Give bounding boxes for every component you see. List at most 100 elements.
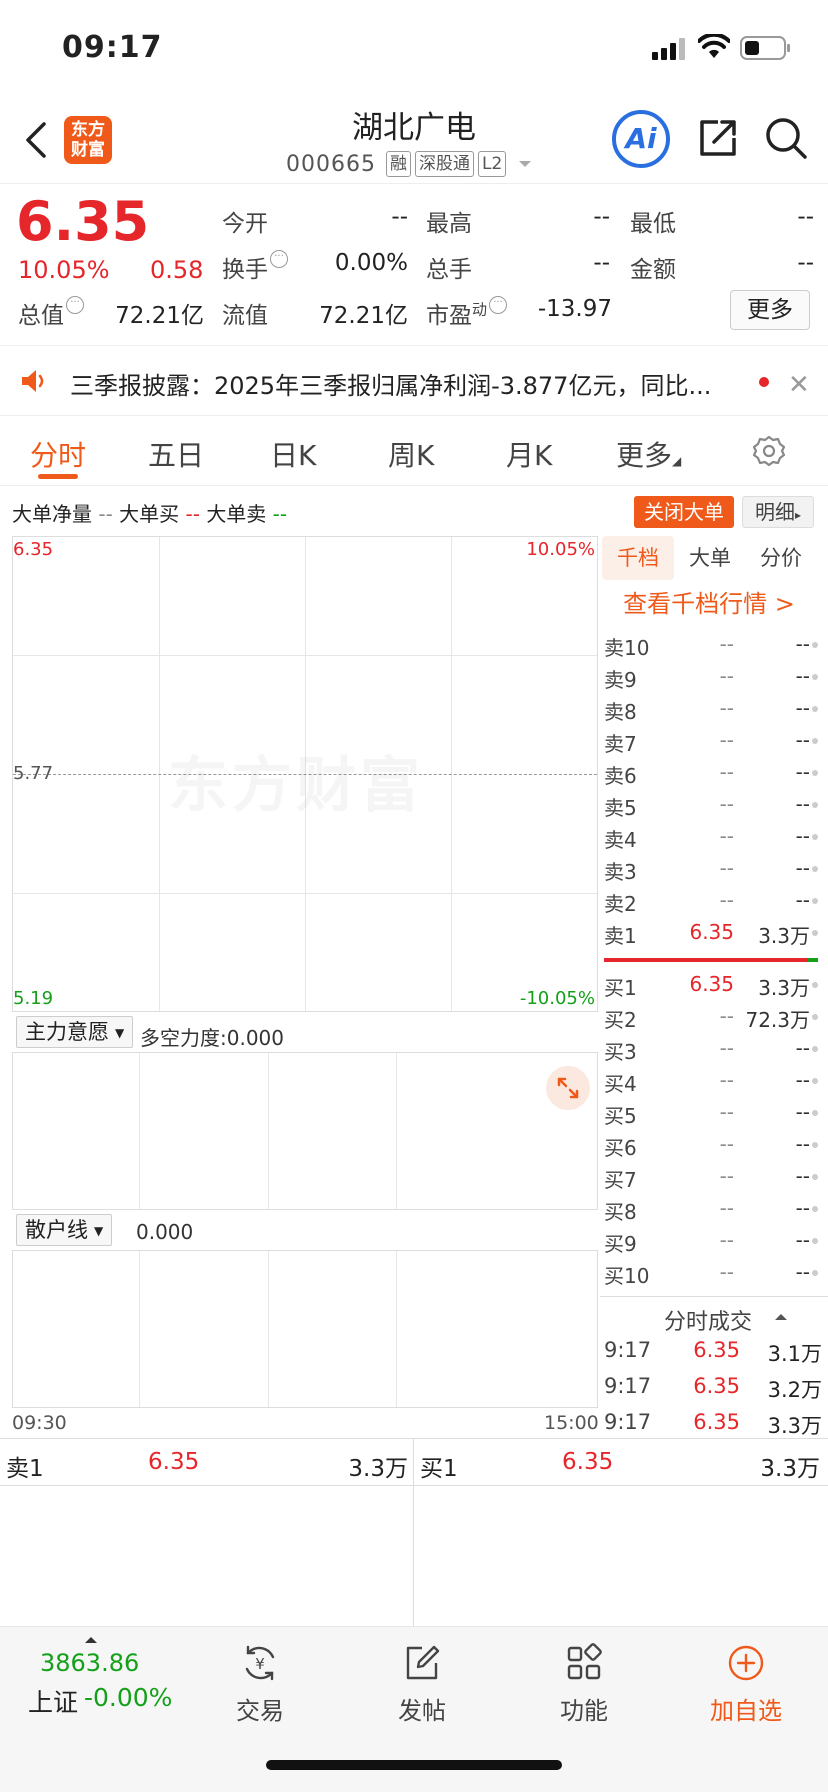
home-indicator[interactable] [266,1760,562,1770]
ticks-title[interactable]: 分时成交 [664,1304,752,1336]
level-volume: -- [795,1164,810,1188]
info-dots-icon[interactable]: ··· [270,250,288,268]
tab-depth[interactable]: 千档 [602,536,674,580]
level-price: -- [719,1132,734,1156]
info-dots-icon[interactable]: ··· [66,296,84,314]
pe-label[interactable]: 市盈动 ··· [426,296,508,330]
stock-code-row[interactable]: 000665 融 深股通 L2 [286,150,532,178]
tick-price: 6.35 [693,1374,740,1398]
gear-icon[interactable] [752,434,786,468]
ai-assistant-icon[interactable]: Ai [612,110,670,168]
ask-row: 卖9 -- -- [604,660,818,692]
level-price: -- [719,856,734,880]
watchlist-label: 加自选 [710,1697,782,1725]
more-button[interactable]: 更多 [730,290,810,330]
bid-row: 买7 -- -- [604,1160,818,1192]
level-dot-icon [812,1174,818,1180]
gridline [268,1053,269,1209]
expand-icon[interactable] [546,1066,590,1110]
level-volume: -- [795,888,810,912]
high-value: -- [593,204,610,230]
level-price: -- [719,696,734,720]
index-value[interactable]: 3863.86 [40,1649,139,1677]
tab-weekly-k[interactable]: 周K [388,434,434,474]
add-to-watchlist-button[interactable]: 加自选 [686,1643,806,1726]
sub-indicator-1-chart[interactable] [12,1052,598,1210]
buy-sell-ratio-bar [604,958,818,962]
functions-label: 功能 [560,1697,608,1725]
depth-quote-link[interactable]: 查看千档行情 > [602,584,816,619]
level-volume: -- [795,664,810,688]
level-price: -- [719,1100,734,1124]
caret-up-icon[interactable] [774,1312,788,1322]
bid1-price: 6.35 [562,1449,614,1475]
bid1-label: 买1 [420,1456,458,1482]
level-label: 买3 [604,1040,637,1064]
chevron-down-icon[interactable] [518,159,532,169]
ask1-label: 卖1 [6,1456,44,1482]
tab-five-day[interactable]: 五日 [148,434,204,474]
level-price: -- [719,728,734,752]
tick-time: 9:17 [604,1410,652,1434]
notice-text[interactable]: 三季报披露：2025年三季报归属净利润-3.877亿元，同比... [70,366,740,401]
margin-tag: 融 [385,151,411,177]
ask-row: 卖4 -- -- [604,820,818,852]
turnover-value: 0.00% [334,250,408,276]
search-icon[interactable] [764,116,808,160]
tab-more[interactable]: 更多◢ [616,434,681,474]
sub-indicator-2-chart[interactable] [12,1250,598,1408]
tick-volume: 3.3万 [767,1414,822,1438]
share-icon[interactable] [696,116,740,160]
ask1-price: 6.35 [148,1449,200,1475]
market-cap-value: 72.21亿 [115,303,204,329]
notice-bar[interactable]: 三季报披露：2025年三季报归属净利润-3.877亿元，同比... ✕ [0,346,828,416]
trade-button[interactable]: ¥ 交易 [200,1643,320,1726]
open-label: 今开 [222,211,268,237]
tab-big-orders[interactable]: 大单 [674,536,746,580]
gridline [396,1251,397,1407]
info-dots-icon[interactable]: ··· [489,296,508,314]
tab-intraday[interactable]: 分时 [30,434,86,474]
tick-row: 9:17 6.35 3.3万 [604,1406,822,1440]
close-icon[interactable]: ✕ [788,370,810,400]
index-name[interactable]: 上证 [28,1683,78,1719]
caret-up-icon[interactable] [84,1635,98,1645]
trade-label: 交易 [236,1697,284,1725]
ask-row: 卖3 -- -- [604,852,818,884]
tab-daily-k[interactable]: 日K [270,434,316,474]
ask-row: 卖5 -- -- [604,788,818,820]
turnover-label[interactable]: 换手··· [222,250,288,284]
post-button[interactable]: 发帖 [362,1643,482,1726]
tab-price-distribution[interactable]: 分价 [746,536,816,580]
tab-monthly-k[interactable]: 月K [506,434,552,474]
intraday-chart[interactable]: 东方财富 6.35 10.05% 5.77 5.19 -10.05% [12,536,598,1012]
indicator-select-1[interactable]: 主力意愿 ▼ [16,1016,134,1048]
compose-icon [406,1645,440,1680]
level-dot-icon [812,1078,818,1084]
functions-button[interactable]: 功能 [524,1643,644,1726]
net-label: 大单净量 [12,502,92,526]
level-volume: 72.3万 [745,1008,810,1032]
level-dot-icon [812,1270,818,1276]
level-price: 6.35 [689,972,734,996]
indicator-select-2-label: 散户线 [25,1218,88,1242]
unread-dot-icon [759,377,769,387]
tick-price: 6.35 [693,1410,740,1434]
market-cap-label[interactable]: 总值··· [18,296,84,330]
net-value: -- [98,502,113,526]
level-volume: -- [795,824,810,848]
index-change[interactable]: -0.00% [84,1683,172,1712]
close-big-order-button[interactable]: 关闭大单 [634,496,734,528]
price-axis-mid: 5.77 [13,763,54,784]
detail-button[interactable]: 明细▸ [742,496,814,528]
detail-label: 明细 [754,500,795,524]
indicator-select-2[interactable]: 散户线 ▼ [16,1214,113,1246]
level-volume: -- [795,792,810,816]
level-label: 买7 [604,1168,637,1192]
ask-row: 卖8 -- -- [604,692,818,724]
tick-volume: 3.1万 [767,1342,822,1366]
buy-sell-ratio-bar-sell [808,958,818,962]
tick-row: 9:17 6.35 3.2万 [604,1370,822,1404]
tick-row: 9:17 6.35 3.1万 [604,1334,822,1368]
battery-icon [740,36,790,60]
